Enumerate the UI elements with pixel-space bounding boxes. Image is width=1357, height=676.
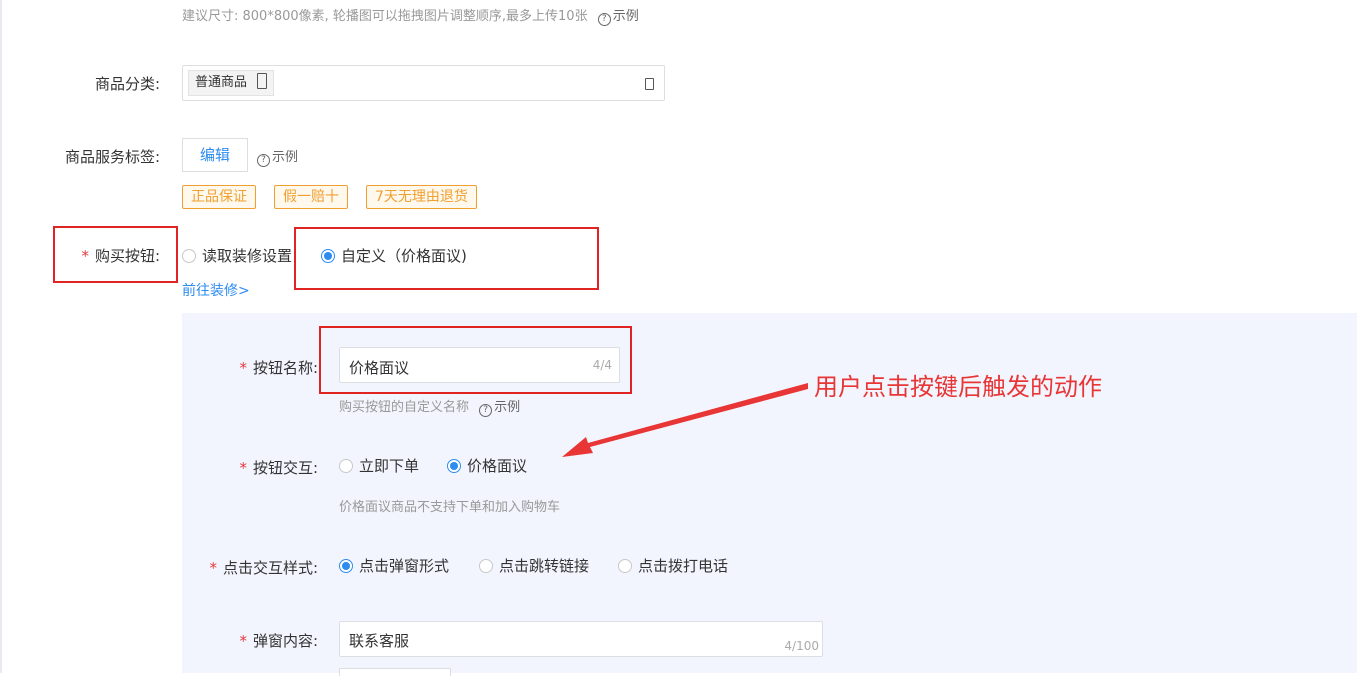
left-border [0, 0, 2, 673]
radio-unchecked[interactable] [182, 249, 196, 263]
button-name-hint: 购买按钮的自定义名称 ? 示例 [339, 400, 521, 417]
question-icon: ? [479, 404, 493, 417]
click-style-option-link[interactable]: 点击跳转链接 [479, 555, 589, 576]
category-select[interactable]: 普通商品 [182, 65, 665, 101]
click-style-option-phone[interactable]: 点击拨打电话 [618, 555, 728, 576]
radio-unchecked[interactable] [339, 459, 353, 473]
interaction-option-negotiable[interactable]: 价格面议 [447, 455, 527, 476]
button-name-label: * 按钮名称: [239, 359, 318, 377]
upload-hint: 建议尺寸: 800*800像素, 轮播图可以拖拽图片调整顺序,最多上传10张 ?… [182, 5, 639, 26]
buy-option-decoration[interactable]: 读取装修设置 [182, 245, 292, 266]
annotation-box-buy-label [53, 226, 178, 283]
question-icon: ? [597, 13, 611, 26]
button-interaction-label: * 按钮交互: [239, 459, 318, 477]
required-mark: * [239, 359, 247, 377]
popup-content-label: * 弹窗内容: [239, 632, 318, 650]
category-label: 商品分类: [94, 75, 160, 93]
service-tags-example-link[interactable]: ? 示例 [257, 146, 298, 167]
tag-remove-icon[interactable] [257, 73, 268, 89]
button-name-example-link[interactable]: ? 示例 [479, 400, 520, 417]
popup-content-value: 联系客服 [349, 632, 410, 650]
next-field-stub [339, 668, 451, 676]
service-tag: 正品保证 [182, 185, 256, 209]
required-mark: * [239, 459, 247, 477]
annotation-text: 用户点击按键后触发的动作 [814, 373, 1102, 401]
radio-checked[interactable] [447, 459, 461, 473]
interaction-option-order[interactable]: 立即下单 [339, 455, 419, 476]
popup-content-textarea[interactable]: 联系客服 4/100 [339, 621, 823, 657]
click-style-option-popup[interactable]: 点击弹窗形式 [339, 555, 449, 576]
required-mark: * [239, 632, 247, 650]
annotation-arrow-icon [562, 383, 808, 457]
popup-content-counter: 4/100 [784, 639, 819, 653]
go-decorate-link[interactable]: 前往装修> [182, 280, 250, 300]
category-tag-label: 普通商品 [195, 75, 248, 90]
dropdown-icon[interactable] [645, 78, 654, 90]
question-icon: ? [257, 154, 270, 167]
button-interaction-hint: 价格面议商品不支持下单和加入购物车 [339, 500, 561, 515]
click-style-label: * 点击交互样式: [209, 559, 318, 577]
upload-hint-text: 建议尺寸: 800*800像素, 轮播图可以拖拽图片调整顺序,最多上传10张 [182, 9, 588, 24]
required-mark: * [209, 559, 217, 577]
service-tags-label: 商品服务标签: [64, 148, 160, 166]
edit-tags-button[interactable]: 编辑 [182, 138, 248, 172]
category-tag: 普通商品 [188, 70, 275, 96]
service-tag: 假一赔十 [274, 185, 348, 209]
upload-example-link[interactable]: ? 示例 [597, 9, 639, 26]
radio-checked[interactable] [339, 559, 353, 573]
service-tag: 7天无理由退货 [366, 185, 477, 209]
annotation-box-custom-option [294, 227, 599, 290]
radio-unchecked[interactable] [479, 559, 493, 573]
radio-unchecked[interactable] [618, 559, 632, 573]
